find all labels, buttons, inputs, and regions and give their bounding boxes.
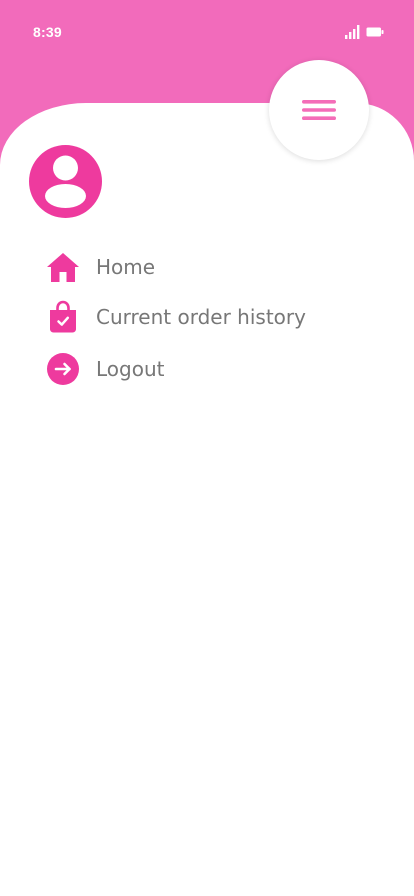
nav-item-home-label: Home [96, 255, 156, 279]
nav-item-logout-label: Logout [96, 357, 165, 381]
nav-item-logout[interactable]: Logout [46, 352, 164, 386]
status-bar: 8:39 [0, 0, 414, 66]
drawer-panel [0, 103, 414, 896]
nav-item-order-history-label: Current order history [96, 305, 306, 329]
nav-item-home[interactable]: Home [46, 250, 155, 284]
avatar[interactable] [29, 145, 102, 218]
home-icon [46, 250, 80, 284]
status-time: 8:39 [33, 24, 62, 40]
battery-icon [366, 27, 384, 37]
status-icons [344, 24, 384, 40]
nav-item-order-history[interactable]: Current order history [46, 300, 306, 334]
menu-toggle-button[interactable] [269, 60, 369, 160]
hamburger-icon [302, 100, 336, 120]
shopping-bag-icon [46, 300, 80, 334]
signal-icon [345, 25, 360, 39]
logout-icon [46, 352, 80, 386]
user-avatar-icon [45, 155, 86, 208]
